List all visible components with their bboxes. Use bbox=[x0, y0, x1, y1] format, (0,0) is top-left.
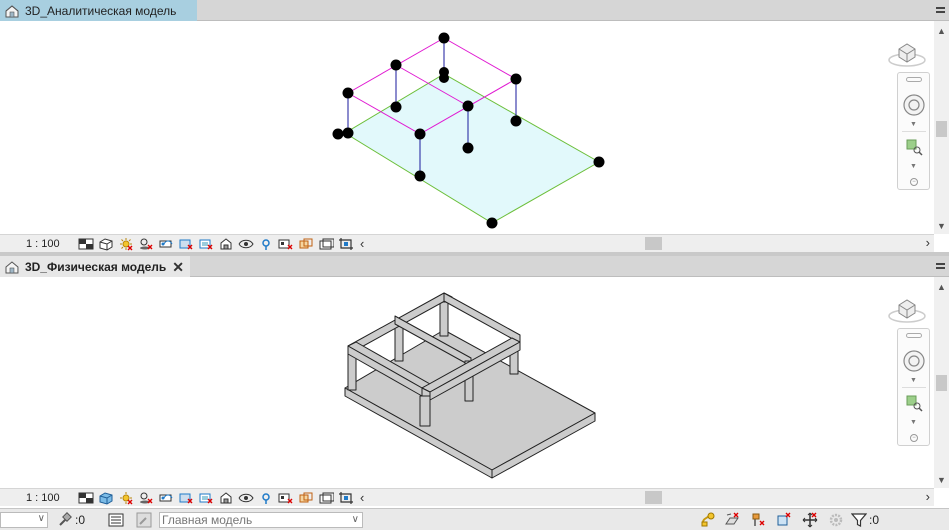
view-tab-bar: 3D_Физическая модель ✕ bbox=[0, 256, 949, 277]
scroll-down-icon[interactable]: ▼ bbox=[934, 220, 949, 232]
wheel-dropdown-icon[interactable]: ▼ bbox=[910, 121, 917, 128]
sun-path-icon[interactable] bbox=[118, 491, 134, 505]
filter-count: :0 bbox=[869, 513, 880, 527]
chevron-down-icon: ∨ bbox=[351, 514, 359, 525]
viewcube-icon[interactable] bbox=[887, 35, 927, 69]
status-bar: ∨ :0 Главная модель ∨ :0 bbox=[0, 508, 949, 530]
navbar-options-icon[interactable]: − bbox=[910, 178, 918, 186]
analytical-model-canvas[interactable] bbox=[0, 21, 934, 234]
horizontal-scroll-thumb[interactable] bbox=[645, 237, 662, 250]
tab-analytical-model[interactable]: 3D_Аналитическая модель bbox=[0, 0, 197, 21]
scroll-up-icon[interactable]: ▲ bbox=[934, 281, 949, 293]
physical-model-canvas[interactable] bbox=[0, 277, 934, 488]
crop-view-icon[interactable] bbox=[178, 491, 194, 505]
zoom-dropdown-icon[interactable]: ▼ bbox=[910, 419, 917, 426]
navbar-options-icon[interactable]: − bbox=[910, 434, 918, 442]
worksets-icon[interactable] bbox=[108, 512, 124, 528]
tab-label: 3D_Аналитическая модель bbox=[25, 3, 177, 18]
render-icon[interactable] bbox=[158, 237, 174, 251]
analytical-view-pane[interactable]: 3D_Аналитическая модель ▼ ▼ − ▲ ▼ 1: 10… bbox=[0, 0, 949, 252]
scroll-right-icon[interactable]: › bbox=[926, 489, 930, 504]
vertical-scrollbar[interactable]: ▲ ▼ bbox=[934, 277, 949, 488]
view-control-bar: 1 : 100 ‹ › bbox=[0, 234, 934, 252]
viewcube-icon[interactable] bbox=[887, 291, 927, 325]
zoom-icon[interactable] bbox=[904, 137, 924, 157]
editable-only-icon[interactable] bbox=[136, 512, 152, 528]
zoom-dropdown-icon[interactable]: ▼ bbox=[910, 163, 917, 170]
visual-style-icon[interactable] bbox=[98, 491, 114, 505]
active-design-option-dropdown[interactable]: ∨ bbox=[0, 512, 48, 528]
scroll-thumb[interactable] bbox=[936, 121, 947, 137]
scroll-up-icon[interactable]: ▲ bbox=[934, 25, 949, 37]
scroll-down-icon[interactable]: ▼ bbox=[934, 474, 949, 486]
navigation-bar: ▼ ▼ − bbox=[897, 328, 930, 446]
filter-icon[interactable] bbox=[851, 512, 867, 528]
3d-view-icon bbox=[5, 4, 19, 17]
crop-region-icon[interactable] bbox=[338, 237, 354, 251]
analytical-model-icon[interactable] bbox=[278, 491, 294, 505]
drag-on-selection-icon[interactable] bbox=[802, 512, 818, 528]
crop-view-icon[interactable] bbox=[178, 237, 194, 251]
steering-wheel-icon[interactable] bbox=[902, 349, 926, 373]
render-icon[interactable] bbox=[158, 491, 174, 505]
3d-view-icon bbox=[5, 260, 19, 273]
navigation-bar: ▼ ▼ − bbox=[897, 72, 930, 190]
zoom-icon[interactable] bbox=[904, 393, 924, 413]
analytical-model-icon[interactable] bbox=[278, 237, 294, 251]
select-pinned-icon[interactable] bbox=[750, 512, 766, 528]
highlight-displacement-icon[interactable] bbox=[298, 491, 314, 505]
workset-dropdown[interactable]: Главная модель ∨ bbox=[159, 512, 363, 528]
detail-level-icon[interactable] bbox=[78, 237, 94, 251]
steering-wheel-icon[interactable] bbox=[902, 93, 926, 117]
background-processes-icon[interactable] bbox=[828, 512, 844, 528]
reveal-hidden-icon[interactable] bbox=[258, 491, 274, 505]
view-control-bar: 1 : 100 ‹ › bbox=[0, 488, 934, 506]
wheel-dropdown-icon[interactable]: ▼ bbox=[910, 377, 917, 384]
workset-label: Главная модель bbox=[162, 513, 253, 527]
close-icon[interactable]: ✕ bbox=[172, 260, 184, 274]
show-crop-icon[interactable] bbox=[198, 491, 214, 505]
shadows-icon[interactable] bbox=[138, 491, 154, 505]
highlight-displacement-icon[interactable] bbox=[298, 237, 314, 251]
select-by-face-icon[interactable] bbox=[776, 512, 792, 528]
shadows-icon[interactable] bbox=[138, 237, 154, 251]
reveal-constraints-icon[interactable] bbox=[318, 491, 334, 505]
select-links-icon[interactable] bbox=[700, 512, 716, 528]
select-underlay-icon[interactable] bbox=[724, 512, 740, 528]
vertical-scrollbar[interactable]: ▲ ▼ bbox=[934, 21, 949, 234]
reveal-constraints-icon[interactable] bbox=[318, 237, 334, 251]
physical-view-pane[interactable]: 3D_Физическая модель ✕ ▼ ▼ − ▲ ▼ 1: 100… bbox=[0, 256, 949, 506]
visual-style-icon[interactable] bbox=[98, 237, 114, 251]
crop-region-icon[interactable] bbox=[338, 491, 354, 505]
tab-physical-model[interactable]: 3D_Физическая модель ✕ bbox=[0, 256, 190, 277]
detail-level-icon[interactable] bbox=[78, 491, 94, 505]
pane-menu-button[interactable] bbox=[933, 258, 947, 274]
show-crop-icon[interactable] bbox=[198, 237, 214, 251]
unlock-3d-icon[interactable] bbox=[218, 491, 234, 505]
scroll-left-icon[interactable]: ‹ bbox=[360, 236, 364, 251]
pane-menu-button[interactable] bbox=[933, 2, 947, 18]
unlock-3d-icon[interactable] bbox=[218, 237, 234, 251]
tab-label: 3D_Физическая модель bbox=[24, 259, 167, 274]
view-tab-bar: 3D_Аналитическая модель bbox=[0, 0, 949, 21]
reveal-hidden-icon[interactable] bbox=[258, 237, 274, 251]
temporary-hide-icon[interactable] bbox=[238, 237, 254, 251]
sun-path-icon[interactable] bbox=[118, 237, 134, 251]
temporary-hide-icon[interactable] bbox=[238, 491, 254, 505]
selection-count: :0 bbox=[75, 513, 86, 527]
view-scale[interactable]: 1 : 100 bbox=[0, 492, 78, 504]
chevron-down-icon: ∨ bbox=[37, 513, 45, 524]
scroll-left-icon[interactable]: ‹ bbox=[360, 490, 364, 505]
scroll-right-icon[interactable]: › bbox=[926, 235, 930, 250]
view-scale[interactable]: 1 : 100 bbox=[0, 238, 78, 250]
press-drag-icon[interactable] bbox=[56, 512, 72, 528]
horizontal-scroll-thumb[interactable] bbox=[645, 491, 662, 504]
scroll-thumb[interactable] bbox=[936, 375, 947, 391]
